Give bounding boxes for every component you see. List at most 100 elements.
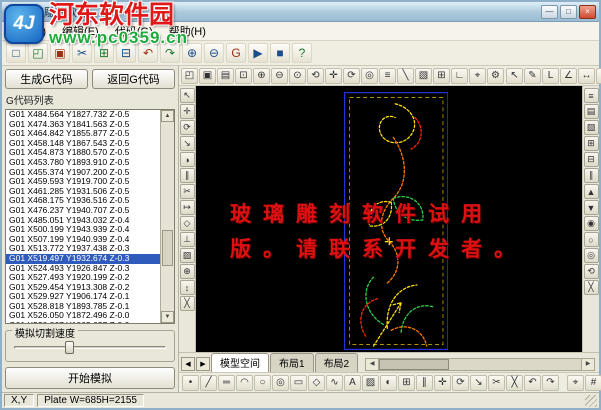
redo-icon[interactable]: ↷ <box>542 375 559 391</box>
cut-icon[interactable]: ✂ <box>72 43 92 63</box>
snap-icon[interactable]: ⌖ <box>567 375 584 391</box>
point-icon[interactable]: • <box>182 375 199 391</box>
layer-l-icon[interactable]: L <box>542 68 559 84</box>
scrollbar-thumb[interactable] <box>162 230 173 266</box>
trim-icon[interactable]: ✂ <box>488 375 505 391</box>
select-arrow-icon[interactable]: ↖ <box>506 68 523 84</box>
ortho-icon[interactable]: ∟ <box>451 68 468 84</box>
mirror-icon[interactable]: ◐ <box>380 375 397 391</box>
zoom-out-icon[interactable]: ⊖ <box>204 43 224 63</box>
new-file-icon[interactable]: □ <box>6 43 26 63</box>
layout-tab[interactable]: 布局1 <box>270 353 314 372</box>
hscroll-right-icon[interactable]: ▶ <box>581 359 594 370</box>
zoom-in-icon[interactable]: ⊕ <box>182 43 202 63</box>
node-edit-icon[interactable]: ◇ <box>180 216 195 231</box>
hscroll-thumb[interactable] <box>379 359 449 370</box>
zoom-out-icon[interactable]: ⊖ <box>271 68 288 84</box>
select-icon[interactable]: ↖ <box>180 88 195 103</box>
rectangle-icon[interactable]: ▭ <box>290 375 307 391</box>
polygon-icon[interactable]: ◇ <box>308 375 325 391</box>
hatch-icon[interactable]: ▨ <box>180 248 195 263</box>
grid-icon[interactable]: ⊞ <box>433 68 450 84</box>
color-icon[interactable]: ▧ <box>584 120 599 135</box>
return-gcode-button[interactable]: 返回G代码 <box>92 69 175 89</box>
pan-icon[interactable]: ✛ <box>325 68 342 84</box>
slider-track[interactable] <box>14 346 166 349</box>
redraw-icon[interactable]: ◎ <box>361 68 378 84</box>
delete-icon[interactable]: ╳ <box>584 280 599 295</box>
copy-icon[interactable]: ⊞ <box>94 43 114 63</box>
drawing-canvas[interactable]: 玻璃雕刻软件试用 版。请联系开发者。 <box>196 86 582 352</box>
linetype-icon[interactable]: ╲ <box>397 68 414 84</box>
redo-icon[interactable]: ↷ <box>160 43 180 63</box>
spline-icon[interactable]: ∿ <box>326 375 343 391</box>
generate-gcode-button[interactable]: 生成G代码 <box>5 69 88 89</box>
ungroup-icon[interactable]: ⊟ <box>584 152 599 167</box>
canvas-hscrollbar[interactable]: ◀ ▶ <box>365 358 595 371</box>
pan-icon[interactable]: ↕ <box>180 280 195 295</box>
trim-icon[interactable]: ✂ <box>180 184 195 199</box>
text-icon[interactable]: A <box>344 375 361 391</box>
minimize-button[interactable]: — <box>541 5 558 19</box>
erase-icon[interactable]: ╳ <box>506 375 523 391</box>
save-file-icon[interactable]: ▣ <box>199 68 216 84</box>
paste-icon[interactable]: ⊟ <box>116 43 136 63</box>
open-file-icon[interactable]: ◰ <box>181 68 198 84</box>
measure-icon[interactable]: ↔ <box>578 68 595 84</box>
zoom-window-icon[interactable]: ⊡ <box>235 68 252 84</box>
to-front-icon[interactable]: ▲ <box>584 184 599 199</box>
save-file-icon[interactable]: ▣ <box>50 43 70 63</box>
preview-icon[interactable]: ◎ <box>584 248 599 263</box>
lock-icon[interactable]: ◉ <box>584 216 599 231</box>
undo-icon[interactable]: ↶ <box>524 375 541 391</box>
scale-icon[interactable]: ↘ <box>180 136 195 151</box>
erase-icon[interactable]: ╳ <box>180 296 195 311</box>
pen-icon[interactable]: ✎ <box>524 68 541 84</box>
layers-icon[interactable]: ≡ <box>584 88 599 103</box>
close-button[interactable]: × <box>579 5 596 19</box>
offset-icon[interactable]: ∥ <box>416 375 433 391</box>
slider-thumb[interactable] <box>65 341 74 354</box>
regen-icon[interactable]: ⟳ <box>343 68 360 84</box>
move-icon[interactable]: ✛ <box>180 104 195 119</box>
to-back-icon[interactable]: ▼ <box>584 200 599 215</box>
speed-slider[interactable] <box>12 340 168 355</box>
zoom-extents-icon[interactable]: ⊙ <box>289 68 306 84</box>
maximize-button[interactable]: □ <box>560 5 577 19</box>
parallel-icon[interactable]: ∥ <box>584 168 599 183</box>
arc-icon[interactable]: ◠ <box>236 375 253 391</box>
zoom-previous-icon[interactable]: ⟲ <box>307 68 324 84</box>
refresh-icon[interactable]: ⟲ <box>584 264 599 279</box>
angle-icon[interactable]: ∠ <box>560 68 577 84</box>
offset-icon[interactable]: ∥ <box>180 168 195 183</box>
array-icon[interactable]: ⊞ <box>398 375 415 391</box>
zoom-in-icon[interactable]: ⊕ <box>253 68 270 84</box>
unlock-icon[interactable]: ○ <box>584 232 599 247</box>
hscroll-left-icon[interactable]: ◀ <box>366 359 379 370</box>
menu-item[interactable]: 代码(G) <box>107 22 161 40</box>
scroll-up-icon[interactable]: ▲ <box>161 110 174 122</box>
group-icon[interactable]: ⊞ <box>584 136 599 151</box>
start-simulation-button[interactable]: 开始模拟 <box>5 367 175 389</box>
snap-icon[interactable]: ⌖ <box>469 68 486 84</box>
help-icon[interactable]: ? <box>292 43 312 63</box>
properties-icon[interactable]: ▤ <box>584 104 599 119</box>
layout-tab[interactable]: 布局2 <box>315 353 359 372</box>
move-icon[interactable]: ✛ <box>434 375 451 391</box>
resize-grip[interactable] <box>585 395 597 407</box>
layout-tab[interactable]: 模型空间 <box>211 353 269 372</box>
menu-item[interactable]: 帮助(H) <box>161 22 214 40</box>
circle-icon[interactable]: ○ <box>254 375 271 391</box>
stop-icon[interactable]: ■ <box>270 43 290 63</box>
extend-icon[interactable]: ↦ <box>180 200 195 215</box>
simulate-play-icon[interactable]: ▶ <box>248 43 268 63</box>
gcode-line[interactable]: G01 X520.867 Y1863.637 Z-0.0 <box>6 321 160 323</box>
rotate-icon[interactable]: ⟳ <box>452 375 469 391</box>
ellipse-icon[interactable]: ◎ <box>272 375 289 391</box>
dimension-icon[interactable]: ⊥ <box>180 232 195 247</box>
undo-icon[interactable]: ↶ <box>138 43 158 63</box>
layers-icon[interactable]: ≡ <box>379 68 396 84</box>
grid-icon[interactable]: # <box>585 375 601 391</box>
settings-icon[interactable]: ⚙ <box>487 68 504 84</box>
open-file-icon[interactable]: ◰ <box>28 43 48 63</box>
